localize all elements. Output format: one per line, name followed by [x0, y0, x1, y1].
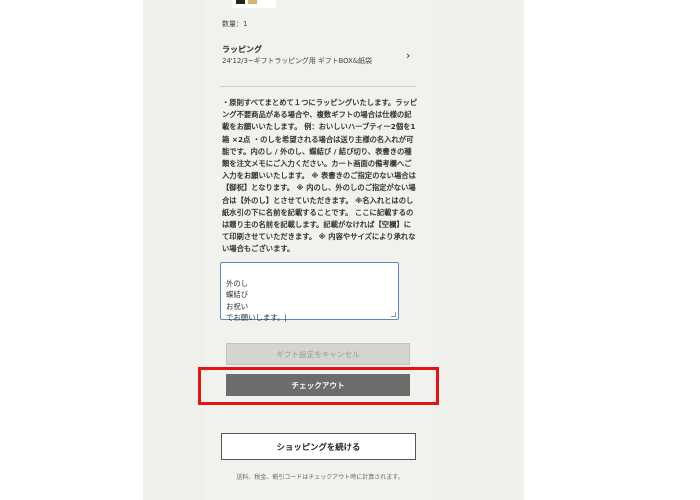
right-margin-area — [432, 0, 524, 500]
wrapping-title[interactable]: ラッピング — [222, 44, 262, 55]
resize-grip-icon[interactable] — [391, 312, 396, 317]
product-thumbnails — [232, 0, 276, 8]
gift-instructions-text: ・原則すべてまとめて１つにラッピングいたします。ラッピング不要商品がある場合や、… — [222, 98, 418, 254]
checkout-highlight-box — [198, 367, 439, 405]
gift-memo-textarea[interactable]: 外のし 蝶結び お祝い でお願いします。| — [220, 262, 399, 323]
product-thumbnail-dark — [236, 0, 245, 4]
quantity-label: 数量：1 — [222, 20, 248, 28]
checkout-footnote: 送料、税金、割引コードはチェックアウト時に計算されます。 — [236, 474, 404, 481]
left-margin-area — [143, 0, 205, 500]
cancel-gift-button[interactable]: ギフト設定をキャンセル — [226, 343, 410, 365]
continue-shopping-button[interactable]: ショッピングを続ける — [221, 433, 416, 460]
gift-memo-value: 外のし 蝶結び お祝い でお願いします。| — [226, 278, 287, 323]
chevron-right-icon[interactable]: › — [406, 49, 410, 62]
wrapping-selection[interactable]: 24'12/3~ギフトラッピング用 ギフトBOX&紙袋 — [222, 56, 372, 66]
section-divider — [220, 86, 416, 87]
product-thumbnail-gold — [248, 0, 257, 4]
